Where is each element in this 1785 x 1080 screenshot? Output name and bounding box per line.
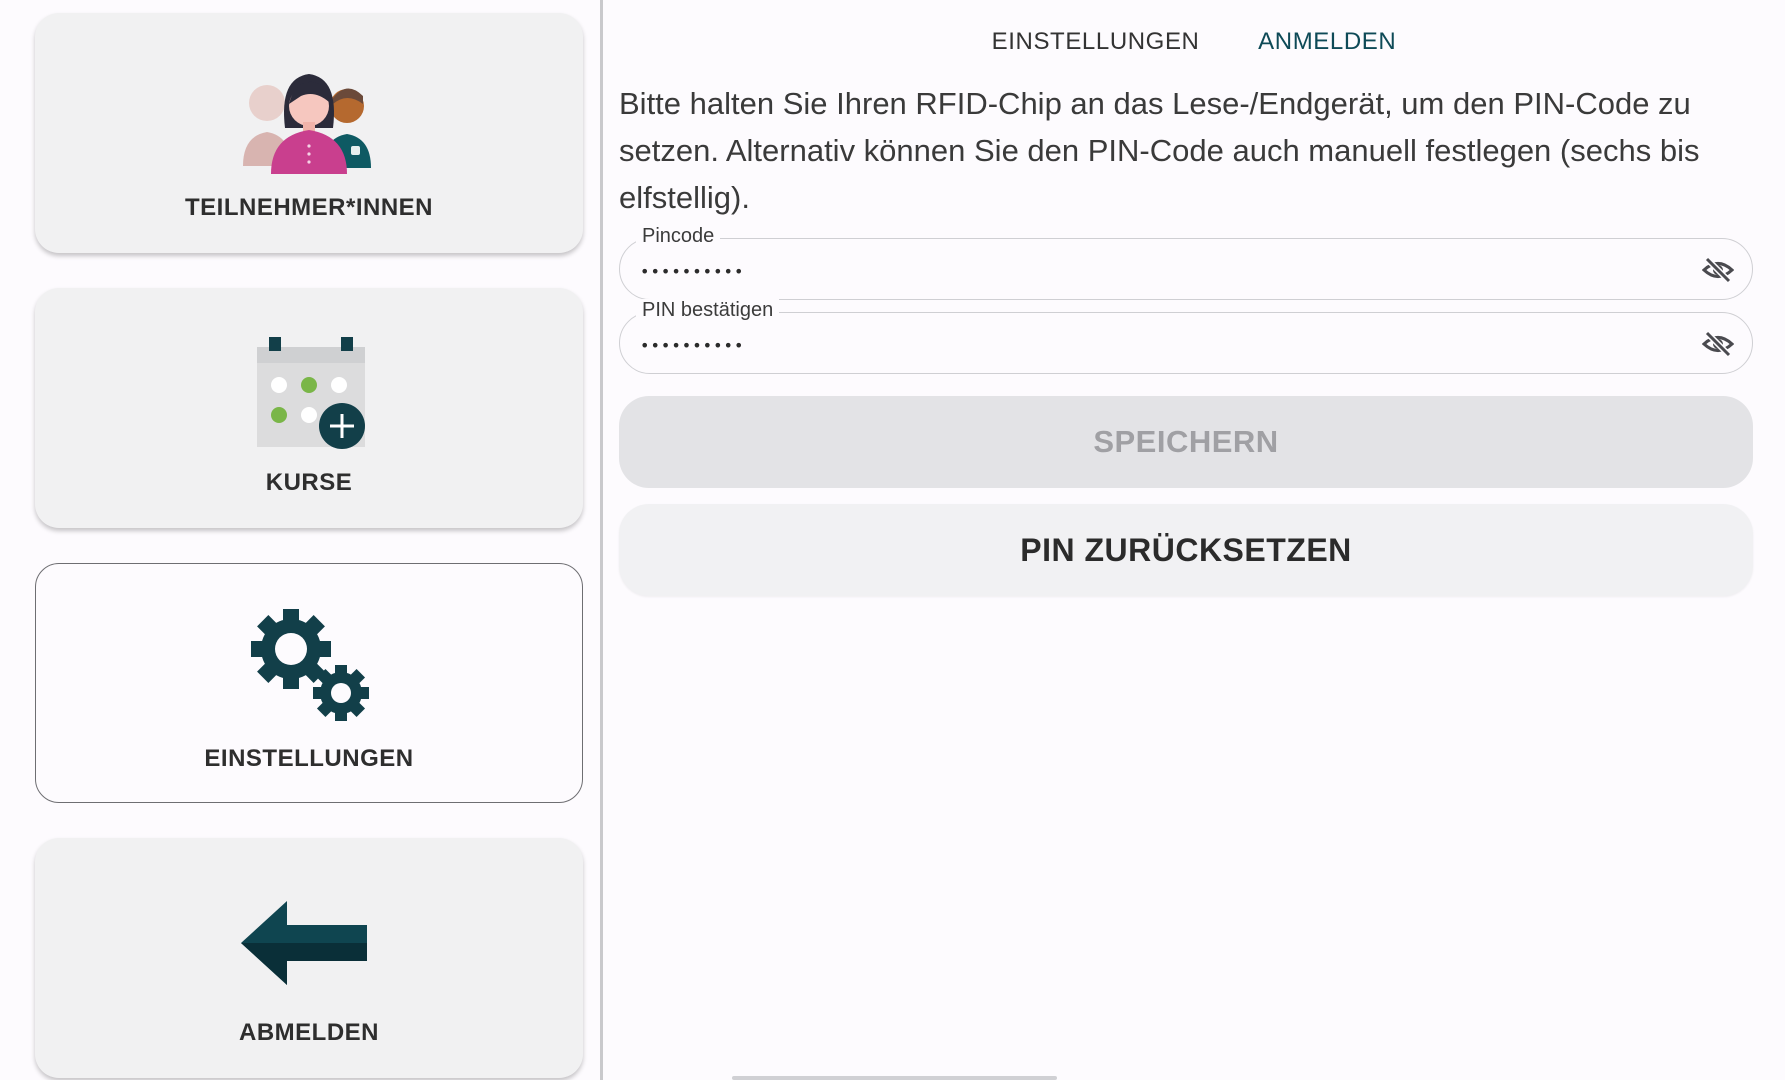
sidebar-item-label: ABMELDEN [239,1019,379,1046]
sidebar-item-label: TEILNEHMER*INNEN [184,194,433,221]
sidebar-nav: TEILNEHMER*INNEN KURSE EINSTELLUNGEN ABM… [0,0,602,1080]
tab-bar: EINSTELLUNGEN ANMELDEN [603,28,1785,56]
sidebar-item-label: KURSE [265,469,353,496]
tab-settings[interactable]: EINSTELLUNGEN [992,28,1200,56]
gears-icon [251,609,369,721]
settings-panel: EINSTELLUNGEN ANMELDEN Bitte halten Sie … [603,0,1785,1080]
pincode-label: Pincode [636,225,721,248]
calendar-add-icon [257,337,365,449]
home-indicator [732,1076,1057,1080]
pin-confirm-input[interactable] [638,329,1662,361]
pincode-field: Pincode [619,225,1753,300]
pincode-input[interactable] [638,255,1662,287]
arrow-left-icon [241,901,367,985]
reset-pin-button[interactable]: PIN ZURÜCKSETZEN [619,504,1753,596]
pin-confirm-field: PIN bestätigen [619,299,1753,374]
sidebar-item-label: EINSTELLUNGEN [204,745,414,772]
sidebar-item-participants[interactable]: TEILNEHMER*INNEN [35,13,583,253]
sidebar-item-courses[interactable]: KURSE [35,288,583,528]
eye-off-icon[interactable] [1702,330,1734,358]
tab-login[interactable]: ANMELDEN [1258,28,1396,56]
participants-icon [243,74,371,174]
sidebar-item-settings[interactable]: EINSTELLUNGEN [35,563,583,803]
pin-confirm-label: PIN bestätigen [636,299,780,322]
save-button[interactable]: SPEICHERN [619,396,1753,488]
eye-off-icon[interactable] [1702,256,1734,284]
rfid-instruction-text: Bitte halten Sie Ihren RFID-Chip an das … [619,86,1700,215]
sidebar-item-logout[interactable]: ABMELDEN [35,838,583,1078]
